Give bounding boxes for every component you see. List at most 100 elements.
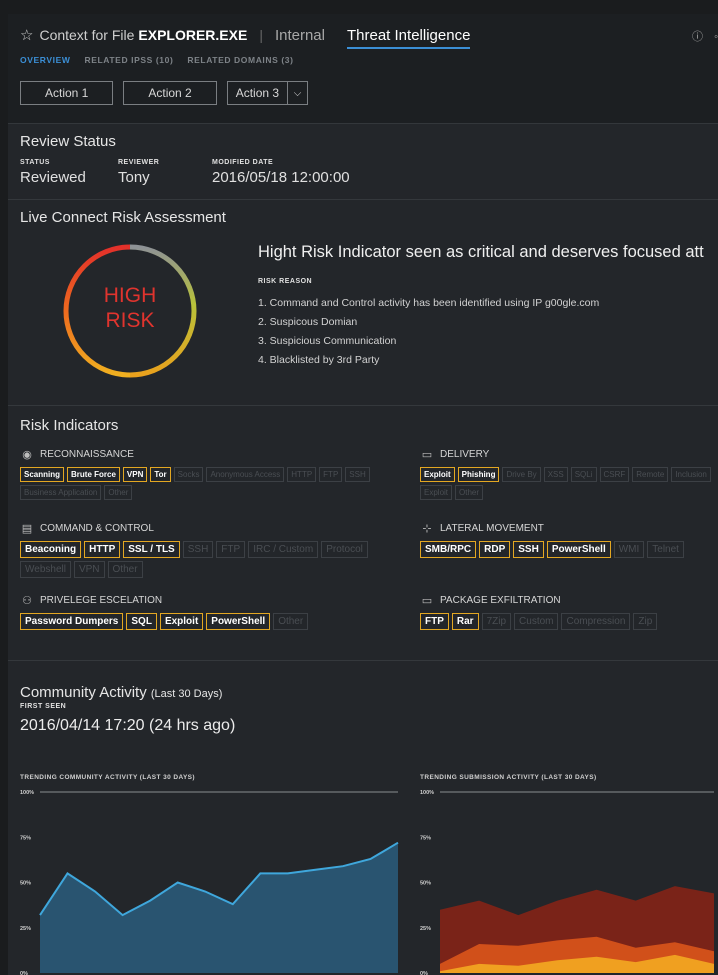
first-seen-value: 2016/04/14 17:20 (24 hrs ago) [20,717,236,734]
indicator-tag[interactable]: SSH [513,541,544,558]
indicator-tag[interactable]: Custom [514,613,559,630]
indicator-tag[interactable]: Drive By [502,467,541,482]
divider: | [259,27,263,43]
indicator-tag[interactable]: Rar [451,613,479,630]
indicator-tag[interactable]: Password Dumpers [20,613,124,630]
action-3-button[interactable]: Action 3 [228,82,287,104]
info-icon[interactable]: ⓘ [692,31,703,43]
action-1-button[interactable]: Action 1 [20,81,114,105]
indicator-tag[interactable]: Socks [173,467,204,482]
indicator-tag[interactable]: Exploit [420,467,455,482]
tab-internal[interactable]: Internal [275,27,325,44]
more-icon[interactable]: ◦ [714,31,718,43]
indicator-tag[interactable]: PowerShell [546,541,611,558]
indicator-tag[interactable]: Exploit [159,613,204,630]
subtab-related-ips[interactable]: RELATED IPSS (10) [84,55,173,65]
subtab-overview[interactable]: OVERVIEW [20,55,70,65]
submission-chart-title: TRENDING SUBMISSION ACTIVITY (LAST 30 DA… [420,774,597,781]
modified-field: MODIFIED DATE 2016/05/18 12:00:00 [212,159,350,186]
indicator-tag[interactable]: Phishing [457,467,500,482]
area-series [40,842,398,973]
y-tick-label: 50% [420,881,431,887]
category-name: RECONNAISSANCE [40,448,134,460]
indicator-tag[interactable]: Compression [561,613,631,630]
indicator-tag[interactable]: XSS [543,467,568,482]
indicator-tag[interactable]: VPN [122,467,148,482]
indicator-tag[interactable]: HTTP [84,541,121,558]
indicator-tag[interactable]: VPN [73,561,105,578]
review-status-section: Review Status STATUS Reviewed REVIEWER T… [8,125,718,200]
indicator-tag[interactable]: SMB/RPC [420,541,477,558]
file-name: EXPLORER.EXE [138,27,248,43]
indicator-tag[interactable]: Protocol [321,541,368,558]
indicator-tag[interactable]: RDP [479,541,511,558]
category-reconnaissance: ◉ RECONNAISSANCE Scanning Brute Force VPN To… [20,447,390,500]
title-row: ☆ Context for File EXPLORER.EXE | Intern… [20,24,471,49]
tab-threat-intelligence[interactable]: Threat Intelligence [347,27,471,49]
tag-list: FTP Rar 7Zip Custom Compression Zip [420,613,718,630]
indicator-tag[interactable]: CSRF [599,467,630,482]
risk-level-line2: RISK [105,309,155,332]
server-icon: ▤ [21,522,33,535]
category-lateral-movement: ⊹ LATERAL MOVEMENT SMB/RPC RDP SSH PowerShel… [420,521,718,558]
indicator-tag[interactable]: Telnet [647,541,684,558]
category-name: DELIVERY [440,448,490,460]
review-status-title: Review Status [20,133,116,150]
box-icon: ▭ [421,594,433,607]
indicator-tag[interactable]: SQL [126,613,157,630]
community-activity-chart: 100% 75% 50% 25% 0% [20,790,399,975]
indicator-tag[interactable]: FTP [319,467,343,482]
subtab-related-domains[interactable]: RELATED DOMAINS (3) [187,55,293,65]
indicator-tag[interactable]: SSH [345,467,370,482]
y-tick-label: 100% [420,790,434,796]
subtabs: OVERVIEW RELATED IPSS (10) RELATED DOMAI… [20,55,294,65]
indicator-tag[interactable]: SQLi [570,467,597,482]
risk-level-line1: HIGH [103,284,157,307]
header-icons: ⓘ ◦ [692,28,718,44]
indicator-tag[interactable]: Other [273,613,309,630]
indicator-tag[interactable]: SSL / TLS [123,541,180,558]
risk-level: HIGH RISK [60,283,200,333]
indicator-tag[interactable]: Brute Force [67,467,120,482]
indicator-tag[interactable]: Inclusion [671,467,711,482]
context-label: Context for File [39,27,135,43]
action-2-button[interactable]: Action 2 [123,81,217,105]
indicator-tag[interactable]: Exploit [420,485,453,500]
indicator-tag[interactable]: Remote [632,467,669,482]
indicator-tag[interactable]: Scanning [20,467,65,482]
risk-reasons-list: 1. Command and Control activity has been… [258,294,599,370]
y-tick-label: 50% [20,881,31,887]
status-value: Reviewed [20,169,86,186]
indicator-tag[interactable]: Other [107,561,143,578]
globe-icon: ◉ [22,448,32,461]
indicator-tag[interactable]: Webshell [20,561,71,578]
action-3-split-button: Action 3 ⌵ [226,81,309,105]
reviewer-field: REVIEWER Tony [118,159,159,186]
indicator-tag[interactable]: Anonymous Access [206,467,285,482]
star-icon[interactable]: ☆ [20,26,33,44]
tag-list: Scanning Brute Force VPN Tor Socks Anonymous … [20,467,390,500]
indicator-tag[interactable]: Business Application [20,485,102,500]
indicator-tag[interactable]: Beaconing [20,541,82,558]
category-name: PACKAGE EXFILTRATION [440,594,561,606]
y-tick-label: 25% [420,926,431,932]
indicator-tag[interactable]: Other [455,485,484,500]
indicator-tag[interactable]: Other [104,485,133,500]
indicator-tag[interactable]: PowerShell [206,613,271,630]
indicator-tag[interactable]: Tor [150,467,171,482]
indicator-tag[interactable]: HTTP [287,467,317,482]
status-label: STATUS [20,159,50,166]
indicator-tag[interactable]: SSH [182,541,214,558]
indicator-tag[interactable]: 7Zip [481,613,512,630]
chevron-down-icon[interactable]: ⌵ [287,82,307,104]
indicator-tag[interactable]: FTP [420,613,449,630]
community-activity-section: Community Activity (Last 30 Days) FIRST … [8,662,718,975]
category-name: COMMAND & CONTROL [40,522,154,534]
category-delivery: ▭ DELIVERY Exploit Phishing Drive By XSS SQLi… [420,447,718,500]
indicator-tag[interactable]: FTP [216,541,246,558]
modified-label: MODIFIED DATE [212,159,274,166]
submission-activity-chart: 100% 75% 50% 25% 0% [420,790,714,975]
indicator-tag[interactable]: IRC / Custom [248,541,319,558]
indicator-tag[interactable]: WMI [613,541,645,558]
indicator-tag[interactable]: Zip [633,613,658,630]
